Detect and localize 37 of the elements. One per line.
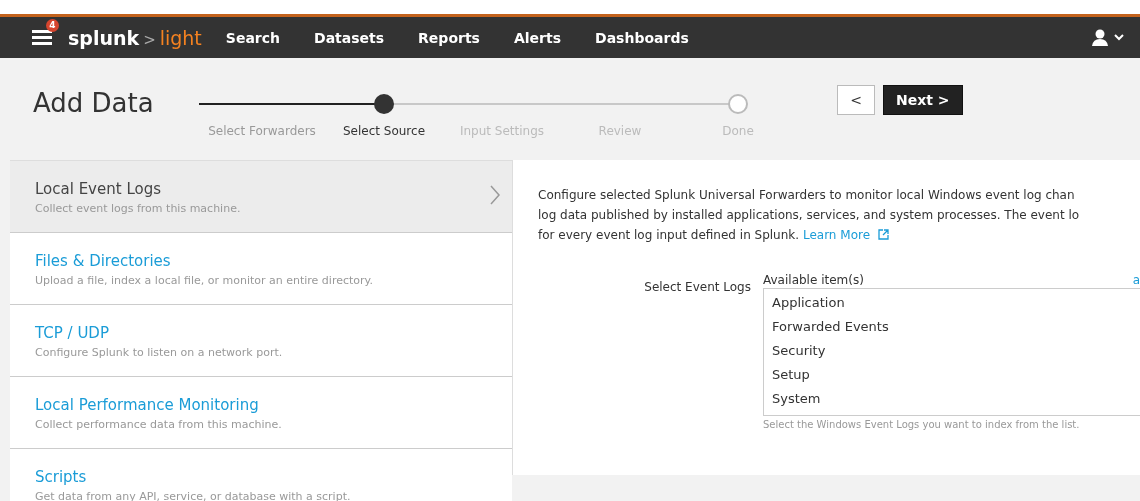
- source-title: Local Event Logs: [35, 180, 161, 198]
- source-item[interactable]: Local Event Logs Collect event logs from this machine.: [10, 161, 512, 233]
- list-item[interactable]: Forwarded Events: [764, 315, 1140, 339]
- back-button[interactable]: <: [837, 85, 875, 115]
- caret-icon[interactable]: [1114, 34, 1124, 41]
- available-items-list[interactable]: Application Forwarded Events Security Setup System: [763, 288, 1140, 416]
- nav-link[interactable]: Alerts: [513, 29, 561, 46]
- help-text: Select the Windows Event Logs you want to index from the list.: [763, 419, 1081, 430]
- step-label: Select Forwarders: [208, 124, 316, 138]
- page-title: Add Data: [33, 88, 155, 118]
- source-title: Scripts: [35, 468, 87, 486]
- source-title: Local Performance Monitoring: [35, 396, 259, 414]
- user-icon[interactable]: [1092, 29, 1108, 46]
- external-link-icon[interactable]: [878, 229, 890, 240]
- nav-link[interactable]: Datasets: [314, 29, 385, 46]
- chevron-right-icon: [490, 185, 500, 205]
- step-label: Select Source: [342, 124, 426, 138]
- nav-link[interactable]: Search: [225, 29, 281, 46]
- splunk-logo[interactable]: splunk > light: [68, 26, 202, 49]
- source-description: Configure Splunk to listen on a network port.: [35, 346, 284, 359]
- source-title: Files & Directories: [35, 252, 171, 270]
- nav-link[interactable]: Reports: [418, 29, 480, 46]
- list-heading: Available item(s): [763, 273, 864, 287]
- next-button[interactable]: Next >: [883, 85, 963, 115]
- field-label: Select Event Logs: [643, 280, 752, 296]
- description-text: Configure selected Splunk Universal Forwarders to monitor local Windows event log chan log data published by installed applications, services, and system processes. The event lo for every event log input defined in Splunk. Learn More: [538, 187, 1081, 244]
- list-item[interactable]: Application: [764, 291, 1140, 315]
- source-description: Collect event logs from this machine.: [35, 202, 242, 215]
- source-title: TCP / UDP: [35, 324, 109, 342]
- list-item[interactable]: System: [764, 387, 1140, 411]
- nav-link[interactable]: Dashboards: [595, 29, 689, 46]
- list-item[interactable]: Setup: [764, 363, 1140, 387]
- menu-icon[interactable]: [32, 28, 52, 45]
- source-description: Collect performance data from this machine.: [35, 418, 283, 431]
- list-item[interactable]: Security: [764, 339, 1140, 363]
- source-description: Upload a file, index a local file, or monitor an entire directory.: [35, 274, 374, 287]
- notification-badge: 4: [46, 18, 59, 32]
